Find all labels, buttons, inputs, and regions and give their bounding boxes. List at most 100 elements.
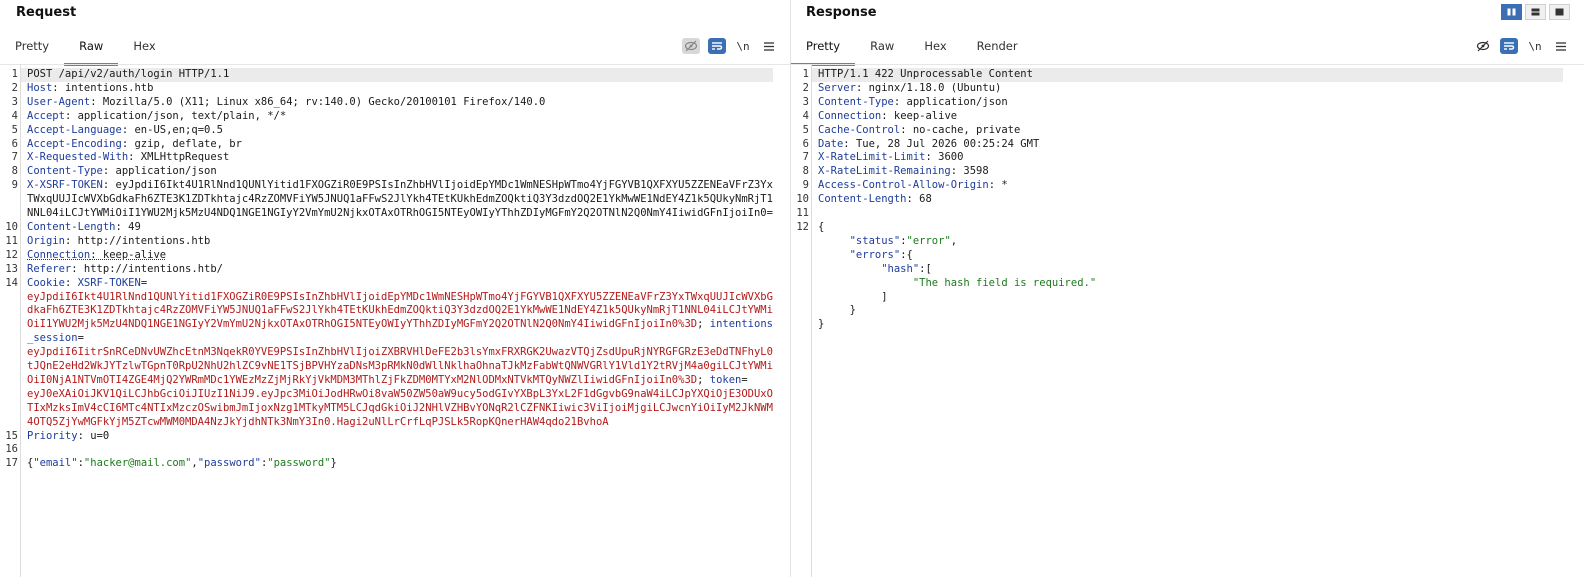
- header-x-xsrf-token: X-XSRF-TOKEN: eyJpdiI6Ikt4U1RlNnd1QUNlYi…: [21, 179, 773, 221]
- line-number: 11: [5, 234, 18, 247]
- layout-tabs-icon[interactable]: [1549, 4, 1570, 20]
- newline-toggle[interactable]: \n: [1526, 38, 1544, 54]
- header-value: 68: [912, 193, 932, 206]
- header-key: Connection: [27, 248, 91, 261]
- header-accept: Accept: application/json, text/plain, */…: [27, 109, 287, 122]
- header-key: Cookie: [27, 276, 65, 289]
- code-line: 10 Content-Length: 68: [791, 193, 1584, 207]
- header-key: Host: [27, 81, 53, 94]
- hamburger-menu-icon[interactable]: [1552, 38, 1570, 54]
- line-number: 3: [802, 95, 809, 108]
- layout-stacked-icon[interactable]: [1525, 4, 1546, 20]
- line-number: 1: [11, 68, 18, 80]
- header-value: Mozilla/5.0 (X11; Linux x86_64; rv:140.0…: [96, 95, 546, 108]
- line-number: 4: [802, 109, 809, 122]
- cookie-value: eyJpdiI6Ikt4U1RlNnd1QUNlYitid1FXOGZiR0E9…: [27, 290, 773, 331]
- header-value: intentions.htb: [58, 81, 154, 94]
- header-key: Connection: [818, 109, 882, 122]
- header-cookie: Cookie: XSRF-TOKEN= eyJpdiI6Ikt4U1RlNnd1…: [27, 276, 773, 428]
- line-number: 2: [11, 81, 18, 94]
- header-value: application/json, text/plain, */*: [71, 109, 287, 122]
- response-tabs: Pretty Raw Hex Render: [791, 33, 1033, 66]
- layout-switcher: [1501, 4, 1570, 20]
- line-number: 6: [11, 137, 18, 150]
- response-editor[interactable]: 1 HTTP/1.1 422 Unprocessable Content 2 Ser…: [791, 64, 1584, 577]
- header-value: nginx/1.18.0 (Ubuntu): [862, 81, 1002, 94]
- code-line: 13 Referer: http://intentions.htb/: [0, 263, 790, 277]
- response-tab-render[interactable]: Render: [962, 33, 1033, 63]
- line-number: 16: [5, 443, 18, 456]
- line-number: 8: [11, 165, 18, 178]
- json-key: "status": [849, 234, 901, 247]
- request-body: {"email":"hacker@mail.com","password":"p…: [27, 457, 337, 470]
- response-tab-hex[interactable]: Hex: [909, 33, 961, 63]
- response-title: Response: [806, 5, 877, 20]
- layout-side-by-side-icon[interactable]: [1501, 4, 1522, 20]
- line-number: 3: [11, 95, 18, 108]
- line-number: 8: [802, 165, 809, 178]
- line-number: 7: [11, 151, 18, 164]
- request-tab-pretty[interactable]: Pretty: [0, 33, 64, 63]
- code-line: 4 Connection: keep-alive: [791, 110, 1584, 124]
- request-pane: Request Pretty Raw Hex \n 1 POST /api/v2/…: [0, 0, 790, 577]
- request-editor[interactable]: 1 POST /api/v2/auth/login HTTP/1.1 2 Host:…: [0, 64, 790, 577]
- header-key: X-RateLimit-Remaining: [818, 165, 951, 178]
- header-key: X-RateLimit-Limit: [818, 151, 926, 164]
- code-line: 11 Origin: http://intentions.htb: [0, 235, 790, 249]
- json-value: "password": [267, 457, 331, 470]
- header-x-requested-with: X-Requested-With: XMLHttpRequest: [27, 151, 230, 164]
- header-key: Referer: [27, 262, 72, 275]
- code-line: 17 {"email":"hacker@mail.com","password":…: [0, 457, 790, 471]
- hamburger-menu-icon[interactable]: [760, 38, 778, 54]
- header-user-agent: User-Agent: Mozilla/5.0 (X11; Linux x86_…: [27, 95, 546, 108]
- code-line: 6 Date: Tue, 28 Jul 2026 00:25:24 GMT: [791, 138, 1584, 152]
- hide-nonprinting-icon[interactable]: [682, 38, 700, 54]
- code-line: 12 { "status":"error", "errors":{ "hash":…: [791, 221, 1584, 332]
- header-value: gzip, deflate, br: [128, 137, 242, 150]
- header-key: Origin: [27, 234, 65, 247]
- header-value: Tue, 28 Jul 2026 00:25:24 GMT: [849, 137, 1040, 150]
- code-line: 5 Cache-Control: no-cache, private: [791, 124, 1584, 138]
- header-origin: Origin: http://intentions.htb: [27, 234, 211, 247]
- header-content-type: Content-Type: application/json: [818, 95, 1008, 108]
- header-value: 49: [121, 220, 141, 233]
- line-number: 5: [11, 123, 18, 136]
- header-key: Content-Length: [818, 193, 907, 206]
- code-line: 15 Priority: u=0: [0, 430, 790, 444]
- request-code: 1 POST /api/v2/auth/login HTTP/1.1 2 Host:…: [0, 68, 790, 471]
- header-value: u=0: [83, 429, 110, 442]
- request-tab-raw[interactable]: Raw: [64, 33, 119, 66]
- header-host: Host: intentions.htb: [27, 81, 154, 94]
- header-connection: Connection: keep-alive: [27, 248, 167, 261]
- request-title: Request: [16, 5, 77, 20]
- header-referer: Referer: http://intentions.htb/: [27, 262, 223, 275]
- header-key: Access-Control-Allow-Origin: [818, 179, 989, 192]
- header-key: Cache-Control: [818, 123, 901, 136]
- code-line: 2 Server: nginx/1.18.0 (Ubuntu): [791, 82, 1584, 96]
- header-value: http://intentions.htb: [71, 234, 211, 247]
- newline-toggle[interactable]: \n: [734, 38, 752, 54]
- json-key: "email": [33, 457, 78, 470]
- line-number: 10: [796, 193, 809, 206]
- response-tab-pretty[interactable]: Pretty: [791, 33, 856, 66]
- response-pane: Response Pretty Raw Hex Render \n 1 HTTP/…: [791, 0, 1584, 577]
- line-number: 1: [802, 68, 809, 80]
- code-line: 5 Accept-Language: en-US,en;q=0.5: [0, 124, 790, 138]
- header-ratelimit-limit: X-RateLimit-Limit: 3600: [818, 151, 964, 164]
- wrap-lines-icon[interactable]: [1500, 38, 1518, 54]
- status-line: HTTP/1.1 422 Unprocessable Content: [812, 68, 1563, 82]
- header-key: Content-Length: [27, 220, 116, 233]
- line-number: 14: [5, 276, 18, 289]
- response-tab-raw[interactable]: Raw: [855, 33, 909, 63]
- line-number: 9: [802, 179, 809, 192]
- line-number: 9: [11, 179, 18, 192]
- header-value: *: [995, 179, 1008, 192]
- line-number: 6: [802, 137, 809, 150]
- hide-nonprinting-icon[interactable]: [1474, 38, 1492, 54]
- header-key: X-XSRF-TOKEN: [27, 179, 103, 192]
- request-tab-hex[interactable]: Hex: [118, 33, 170, 63]
- wrap-lines-icon[interactable]: [708, 38, 726, 54]
- line-number: 17: [5, 457, 18, 470]
- code-line: 2 Host: intentions.htb: [0, 82, 790, 96]
